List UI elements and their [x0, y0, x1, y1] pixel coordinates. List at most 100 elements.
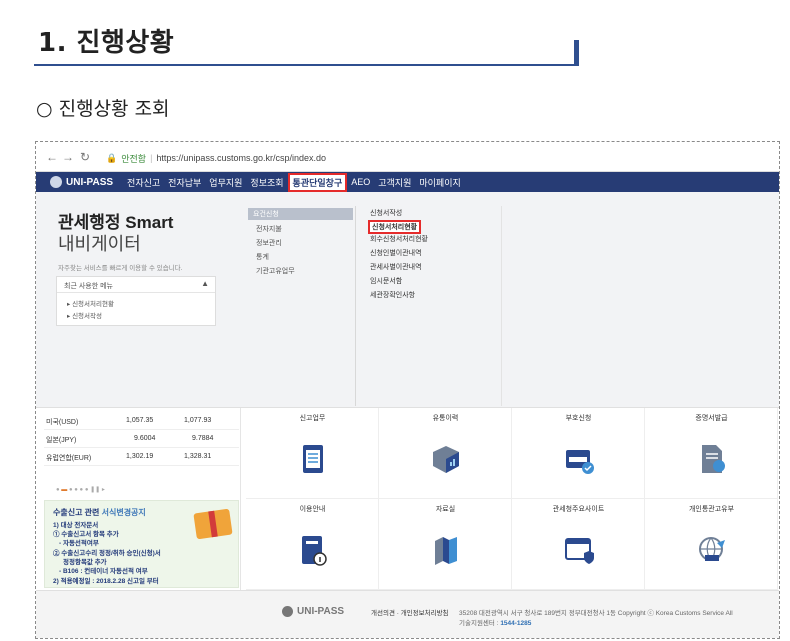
- box-chart-icon: [433, 446, 459, 473]
- url-text: https://unipass.customs.go.kr/csp/index.…: [156, 153, 326, 163]
- address-separator: |: [150, 153, 153, 163]
- form-check-icon: [566, 450, 594, 474]
- category-item-info-management[interactable]: 정보관리: [256, 238, 282, 248]
- certificate-icon: [702, 445, 725, 473]
- submenu-item[interactable]: 관세사별이관내역: [370, 262, 422, 272]
- service-label: 자료실: [435, 506, 456, 513]
- exchange-rate-row: 유럽연합(EUR) 1,302.19 1,328.31: [44, 448, 239, 466]
- navigator-description: 자주찾는 서비스를 빠르게 이용할 수 있습니다.: [58, 265, 183, 272]
- service-library[interactable]: 자료실: [379, 499, 512, 590]
- service-label: 증명서발급: [695, 415, 728, 422]
- books-icon: [435, 537, 457, 565]
- category-column: 요건신청 전자지불 정보관리 통계 기관고유업무: [236, 206, 356, 406]
- nav-item-my-page[interactable]: 마이페이지: [415, 176, 464, 189]
- exchange-rate-panel: 미국(USD) 1,057.35 1,077.93 일본(JPY) 9.6004…: [36, 408, 241, 590]
- category-item-payment[interactable]: 전자지불: [256, 224, 282, 234]
- nav-item-single-window[interactable]: 통관단일창구: [287, 172, 348, 192]
- service-label: 이용안내: [299, 506, 326, 513]
- service-code-application[interactable]: 부호신청: [512, 408, 645, 499]
- portal-content: 미국(USD) 1,057.35 1,077.93 일본(JPY) 9.6004…: [36, 408, 779, 590]
- footer-address: 35208 대전광역시 서구 청사로 189번지 정부대전청사 1동 Copyr…: [459, 610, 733, 617]
- browser-shield-icon: [565, 538, 594, 564]
- section-subheading: ○ 진행상황 조회: [36, 98, 170, 120]
- title-accent-bar: [574, 40, 579, 66]
- service-label: 부호신청: [565, 415, 592, 422]
- category-item-statistics[interactable]: 통계: [256, 252, 269, 262]
- submenu-item[interactable]: 신청서작성: [370, 208, 402, 218]
- service-grid: 신고업무 유통이력 부호신청 증명서발급 이용안내 자료실 관세청주요사이트 개…: [246, 408, 779, 590]
- submenu-item[interactable]: 임시문서함: [370, 276, 402, 286]
- service-distribution-history[interactable]: 유통이력: [379, 408, 512, 499]
- rate-sell: 9.7884: [192, 435, 214, 442]
- site-footer: UNI-PASS 개선의견 · 개인정보처리방침 35208 대전광역시 서구 …: [36, 590, 779, 638]
- recent-menu-item[interactable]: ▸ 신청서작성: [67, 310, 102, 320]
- rate-sell: 1,328.31: [184, 453, 212, 460]
- service-label: 유통이력: [432, 415, 459, 422]
- service-personal-clearance[interactable]: 개인통관고유부: [645, 499, 778, 590]
- notice-line: - B106 : 컨테이너 자동선적 여부: [59, 568, 148, 575]
- recent-menu-item[interactable]: ▸ 신청서처리현황: [67, 298, 114, 308]
- footer-logo: UNI-PASS: [282, 606, 344, 617]
- nav-item-info-lookup[interactable]: 정보조회: [246, 176, 287, 189]
- globe-plane-icon: [699, 537, 725, 561]
- title-underline: [34, 64, 578, 66]
- submenu-item[interactable]: 신청인별이관내역: [370, 248, 422, 258]
- forward-arrow-icon[interactable]: →: [62, 150, 74, 164]
- navigator-subtitle: 내비게이터: [58, 234, 141, 254]
- info-book-icon: [302, 536, 327, 566]
- submenu-item[interactable]: 회수신청서처리현황: [370, 234, 428, 244]
- nav-item-work-support[interactable]: 업무지원: [205, 176, 246, 189]
- smart-navigator-panel: 관세행정 Smart 내비게이터 자주찾는 서비스를 빠르게 이용할 수 있습니…: [36, 192, 779, 408]
- main-navigation: UNI-PASS 전자신고 전자납부 업무지원 정보조회 통관단일창구 AEO …: [36, 172, 779, 192]
- address-bar[interactable]: 🔒 안전함 | https://unipass.customs.go.kr/cs…: [106, 149, 776, 167]
- nav-item-customer-support[interactable]: 고객지원: [374, 176, 415, 189]
- site-logo[interactable]: UNI-PASS: [66, 177, 113, 188]
- nav-item-electronic-payment[interactable]: 전자납부: [164, 176, 205, 189]
- submenu-item-application-status[interactable]: 신청서처리현황: [368, 220, 422, 234]
- service-label: 개인통관고유부: [688, 506, 735, 513]
- unipass-logo-icon: [282, 606, 293, 617]
- reload-icon[interactable]: ↻: [80, 150, 90, 164]
- notice-banner[interactable]: 수출신고 관련 서식변경공지 1) 대상 전자문서 ① 수출신고서 항목 추가 …: [44, 500, 239, 588]
- lock-icon: 🔒: [106, 152, 118, 163]
- service-usage-guide[interactable]: 이용안내: [246, 499, 379, 590]
- currency-name: 미국(USD): [46, 419, 79, 426]
- rate-buy: 1,302.19: [126, 453, 154, 460]
- chevron-up-icon[interactable]: ▲: [201, 279, 209, 288]
- recent-menu-header[interactable]: 최근 사용한 메뉴 ▲: [57, 277, 215, 293]
- gift-box-icon: [193, 508, 233, 540]
- notice-line: - 자동선적여부: [59, 540, 99, 547]
- document-checklist-icon: [303, 445, 323, 473]
- screenshot-frame: ← → ↻ 🔒 안전함 | https://unipass.customs.go…: [35, 141, 780, 639]
- recent-menu-label: 최근 사용한 메뉴: [64, 283, 113, 290]
- notice-line: 2) 적용예정일 : 2018.2.28 신고일 부터: [53, 578, 159, 585]
- service-label: 신고업무: [299, 415, 326, 422]
- exchange-rate-row: 일본(JPY) 9.6004 9.7884: [44, 430, 239, 448]
- service-declaration[interactable]: 신고업무: [246, 408, 379, 499]
- category-item-agency-work[interactable]: 기관고유업무: [256, 266, 295, 276]
- footer-links[interactable]: 개선의견 · 개인정보처리방침: [371, 607, 449, 617]
- carousel-controls[interactable]: ● ▬ ● ● ● ● ❚❚ ▸: [56, 486, 176, 496]
- back-arrow-icon[interactable]: ←: [46, 150, 58, 164]
- submenu-column: 신청서작성 신청서처리현황 회수신청서처리현황 신청인별이관내역 관세사별이관내…: [362, 206, 502, 406]
- nav-item-electronic-declaration[interactable]: 전자신고: [123, 176, 164, 189]
- service-customs-sites[interactable]: 관세청주요사이트: [512, 499, 645, 590]
- currency-name: 일본(JPY): [46, 437, 77, 444]
- currency-name: 유럽연합(EUR): [46, 455, 92, 462]
- rate-buy: 1,057.35: [126, 417, 154, 424]
- document-title: 1. 진행상황: [38, 28, 175, 58]
- rate-sell: 1,077.93: [184, 417, 212, 424]
- secure-label: 안전함: [121, 153, 147, 164]
- submenu-item[interactable]: 세관장확인사항: [370, 290, 415, 300]
- notice-title: 수출신고 관련 서식변경공지: [53, 508, 146, 517]
- exchange-rate-row: 미국(USD) 1,057.35 1,077.93: [44, 412, 239, 430]
- unipass-logo-icon: [50, 176, 62, 188]
- rate-buy: 9.6004: [134, 435, 156, 442]
- service-label: 관세청주요사이트: [552, 506, 605, 513]
- nav-item-aeo[interactable]: AEO: [347, 177, 374, 187]
- footer-support-center: 기술지원센터 : 1544-1285: [459, 620, 532, 627]
- category-item-requirement[interactable]: 요건신청: [248, 208, 353, 220]
- browser-toolbar: ← → ↻ 🔒 안전함 | https://unipass.customs.go…: [36, 142, 779, 172]
- service-certificate[interactable]: 증명서발급: [645, 408, 778, 499]
- recent-menu-box: 최근 사용한 메뉴 ▲ ▸ 신청서처리현황 ▸ 신청서작성: [56, 276, 216, 326]
